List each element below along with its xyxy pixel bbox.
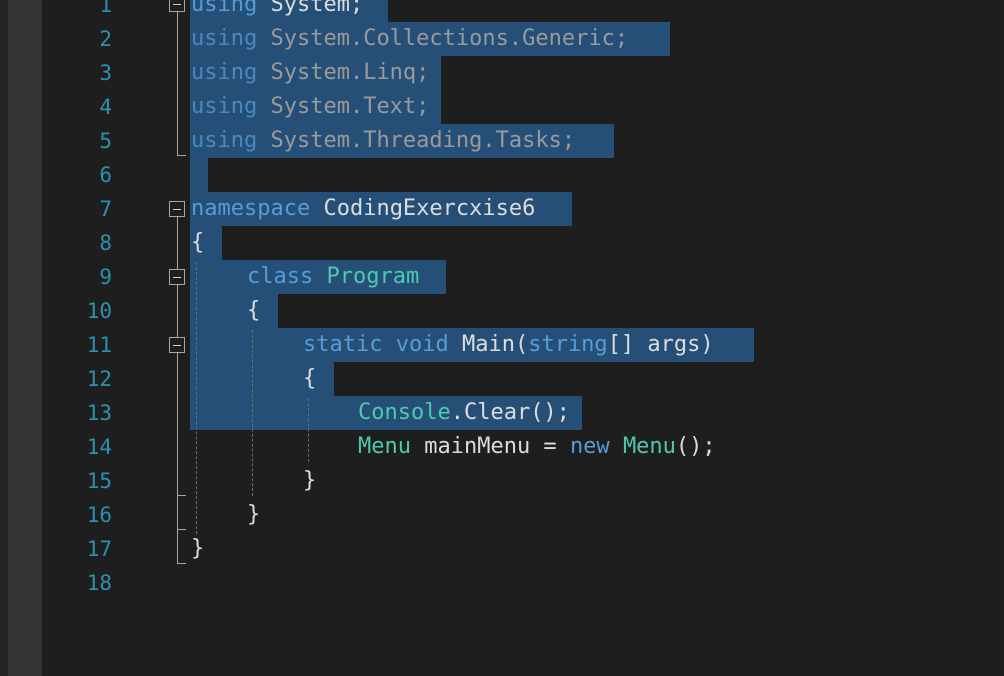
keyword: static xyxy=(303,332,383,357)
code-line-17: } xyxy=(191,532,204,566)
namespace-name: System; xyxy=(257,0,364,17)
keyword: new xyxy=(569,434,610,459)
keyword: void xyxy=(395,332,449,357)
code-line-2: using System.Collections.Generic; xyxy=(191,22,628,56)
brace: { xyxy=(247,298,261,323)
code-editor[interactable]: 1 2 3 4 5 6 7 8 9 10 11 12 13 14 15 16 1… xyxy=(0,0,1004,676)
code-line-12: { xyxy=(303,362,316,396)
code-line-3: using System.Linq; xyxy=(191,56,429,90)
class-name: Menu xyxy=(358,434,411,459)
code-line-8: { xyxy=(191,226,204,260)
keyword: using xyxy=(191,128,258,153)
keyword: string xyxy=(528,332,608,357)
code-line-4: using System.Text; xyxy=(191,90,429,124)
code-line-9: class Program xyxy=(247,260,419,294)
brace: } xyxy=(303,468,317,493)
variable-declaration: mainMenu = xyxy=(410,434,570,459)
namespace-name: System.Text; xyxy=(257,94,430,119)
code-line-14: Menu mainMenu = new Menu(); xyxy=(358,430,716,464)
code-text-area[interactable]: using System; using System.Collections.G… xyxy=(0,0,1004,676)
namespace-name: System.Threading.Tasks; xyxy=(257,128,576,153)
code-line-1: using System; xyxy=(191,0,363,22)
keyword: using xyxy=(191,94,258,119)
class-name: Program xyxy=(326,264,420,289)
code-line-15: } xyxy=(303,464,316,498)
class-name: Console xyxy=(358,400,451,425)
code-line-10: { xyxy=(247,294,260,328)
constructor-call: (); xyxy=(675,434,716,459)
keyword: namespace xyxy=(191,196,311,221)
code-line-11: static void Main(string[] args) xyxy=(303,328,714,362)
keyword: class xyxy=(247,264,314,289)
code-line-5: using System.Threading.Tasks; xyxy=(191,124,575,158)
namespace-name: System.Linq; xyxy=(257,60,430,85)
namespace-name: System.Collections.Generic; xyxy=(257,26,629,51)
brace: { xyxy=(303,366,317,391)
method-call: .Clear(); xyxy=(450,400,570,425)
keyword: using xyxy=(191,60,258,85)
keyword: using xyxy=(191,0,258,17)
keyword: using xyxy=(191,26,258,51)
class-name: Menu xyxy=(622,434,676,459)
brace: { xyxy=(191,230,205,255)
code-line-16: } xyxy=(247,498,260,532)
parameters: [] args) xyxy=(607,332,714,357)
brace: } xyxy=(247,502,261,527)
namespace-name: CodingExercxise6 xyxy=(310,196,536,221)
code-line-13: Console.Clear(); xyxy=(358,396,570,430)
code-line-7: namespace CodingExercxise6 xyxy=(191,192,535,226)
brace: } xyxy=(191,536,205,561)
method-name: Main( xyxy=(461,332,529,357)
